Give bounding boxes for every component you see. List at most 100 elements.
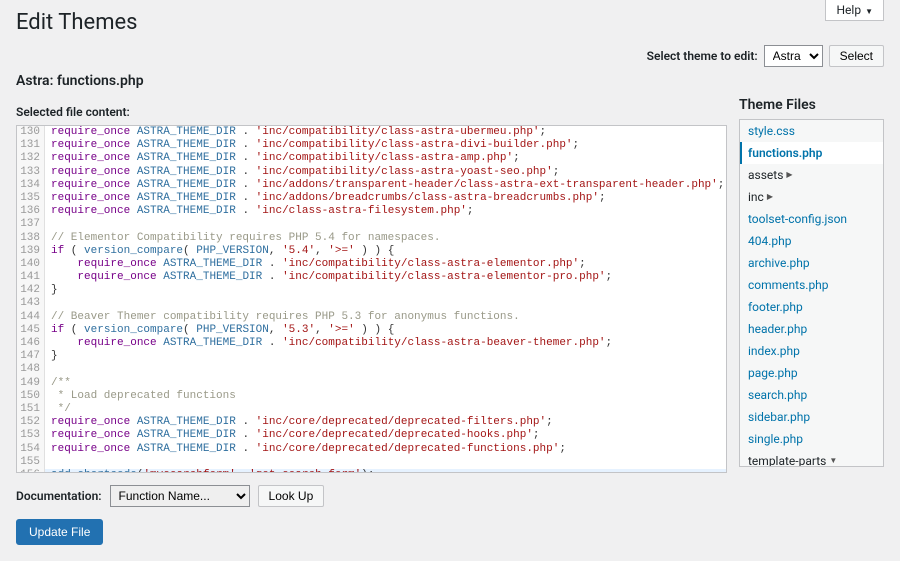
code-line[interactable]: 156add_shortcode('mysearchform', 'get_se…	[17, 469, 726, 473]
code-line[interactable]: 154require_once ASTRA_THEME_DIR . 'inc/c…	[17, 443, 726, 456]
code-line[interactable]: 155	[17, 456, 726, 469]
code-line[interactable]: 146 require_once ASTRA_THEME_DIR . 'inc/…	[17, 337, 726, 350]
code-line[interactable]: 132require_once ASTRA_THEME_DIR . 'inc/c…	[17, 152, 726, 165]
file-tree-file[interactable]: search.php	[740, 384, 883, 406]
line-content: if ( version_compare( PHP_VERSION, '5.3'…	[45, 324, 394, 337]
line-number: 137	[17, 218, 45, 231]
code-line[interactable]: 143	[17, 297, 726, 310]
line-content: require_once ASTRA_THEME_DIR . 'inc/comp…	[45, 271, 612, 284]
line-number: 140	[17, 258, 45, 271]
line-number: 151	[17, 403, 45, 416]
code-line[interactable]: 149/**	[17, 377, 726, 390]
help-label: Help	[836, 3, 861, 17]
line-content: require_once ASTRA_THEME_DIR . 'inc/addo…	[45, 179, 724, 192]
line-content	[45, 297, 51, 310]
code-line[interactable]: 151 */	[17, 403, 726, 416]
file-tree-folder[interactable]: template-parts	[740, 450, 883, 467]
file-tree-file[interactable]: archive.php	[740, 252, 883, 274]
code-line[interactable]: 136require_once ASTRA_THEME_DIR . 'inc/c…	[17, 205, 726, 218]
code-line[interactable]: 144// Beaver Themer compatibility requir…	[17, 311, 726, 324]
subheading: Astra: functions.php	[16, 73, 884, 89]
code-line[interactable]: 141 require_once ASTRA_THEME_DIR . 'inc/…	[17, 271, 726, 284]
select-theme-button[interactable]: Select	[829, 45, 884, 67]
code-line[interactable]: 131require_once ASTRA_THEME_DIR . 'inc/c…	[17, 139, 726, 152]
line-content	[45, 363, 51, 376]
documentation-select[interactable]: Function Name...	[110, 485, 250, 507]
theme-files-heading: Theme Files	[739, 97, 884, 113]
code-editor[interactable]: 130require_once ASTRA_THEME_DIR . 'inc/c…	[16, 125, 727, 473]
file-tree-file[interactable]: toolset-config.json	[740, 208, 883, 230]
line-number: 146	[17, 337, 45, 350]
line-number: 154	[17, 443, 45, 456]
code-line[interactable]: 148	[17, 363, 726, 376]
file-tree-file[interactable]: 404.php	[740, 230, 883, 252]
file-tree-file[interactable]: single.php	[740, 428, 883, 450]
file-tree-file[interactable]: index.php	[740, 340, 883, 362]
code-line[interactable]: 145if ( version_compare( PHP_VERSION, '5…	[17, 324, 726, 337]
line-number: 130	[17, 126, 45, 139]
file-tree-file[interactable]: header.php	[740, 318, 883, 340]
line-number: 144	[17, 311, 45, 324]
file-tree[interactable]: style.cssfunctions.php assets inc toolset…	[739, 119, 884, 467]
line-number: 131	[17, 139, 45, 152]
line-content: add_shortcode('mysearchform', 'get_searc…	[45, 469, 374, 473]
code-line[interactable]: 153require_once ASTRA_THEME_DIR . 'inc/c…	[17, 429, 726, 442]
code-line[interactable]: 135require_once ASTRA_THEME_DIR . 'inc/a…	[17, 192, 726, 205]
line-content: }	[45, 284, 58, 297]
lookup-button[interactable]: Look Up	[258, 485, 325, 507]
line-number: 134	[17, 179, 45, 192]
line-number: 135	[17, 192, 45, 205]
line-content: require_once ASTRA_THEME_DIR . 'inc/addo…	[45, 192, 606, 205]
code-line[interactable]: 140 require_once ASTRA_THEME_DIR . 'inc/…	[17, 258, 726, 271]
line-number: 145	[17, 324, 45, 337]
line-number: 149	[17, 377, 45, 390]
file-tree-label: header.php	[748, 322, 807, 336]
line-number: 141	[17, 271, 45, 284]
file-tree-label: inc	[748, 190, 764, 204]
chevron-right-icon	[786, 170, 792, 180]
line-content	[45, 456, 51, 469]
file-tree-file[interactable]: sidebar.php	[740, 406, 883, 428]
file-tree-label: assets	[748, 168, 783, 182]
code-line[interactable]: 134require_once ASTRA_THEME_DIR . 'inc/a…	[17, 179, 726, 192]
help-tab[interactable]: Help	[825, 0, 884, 21]
file-tree-file[interactable]: footer.php	[740, 296, 883, 318]
file-tree-file[interactable]: comments.php	[740, 274, 883, 296]
line-content: require_once ASTRA_THEME_DIR . 'inc/comp…	[45, 126, 546, 139]
file-tree-folder[interactable]: inc	[740, 186, 883, 208]
code-line[interactable]: 152require_once ASTRA_THEME_DIR . 'inc/c…	[17, 416, 726, 429]
line-number: 139	[17, 245, 45, 258]
code-line[interactable]: 142}	[17, 284, 726, 297]
code-line[interactable]: 133require_once ASTRA_THEME_DIR . 'inc/c…	[17, 166, 726, 179]
line-content: require_once ASTRA_THEME_DIR . 'inc/comp…	[45, 166, 559, 179]
line-content: // Beaver Themer compatibility requires …	[45, 311, 520, 324]
line-content: require_once ASTRA_THEME_DIR . 'inc/comp…	[45, 258, 586, 271]
chevron-down-icon	[865, 3, 873, 17]
file-tree-label: toolset-config.json	[748, 212, 847, 226]
line-number: 133	[17, 166, 45, 179]
file-tree-label: search.php	[748, 388, 807, 402]
code-line[interactable]: 139if ( version_compare( PHP_VERSION, '5…	[17, 245, 726, 258]
line-number: 148	[17, 363, 45, 376]
file-tree-label: 404.php	[748, 234, 791, 248]
code-line[interactable]: 130require_once ASTRA_THEME_DIR . 'inc/c…	[17, 126, 726, 139]
update-file-button[interactable]: Update File	[16, 519, 103, 545]
line-number: 132	[17, 152, 45, 165]
theme-select[interactable]: Astra	[764, 45, 823, 67]
line-number: 136	[17, 205, 45, 218]
line-content	[45, 218, 51, 231]
file-tree-file[interactable]: style.css	[740, 120, 883, 142]
line-content: require_once ASTRA_THEME_DIR . 'inc/clas…	[45, 205, 474, 218]
code-line[interactable]: 138// Elementor Compatibility requires P…	[17, 232, 726, 245]
code-line[interactable]: 147}	[17, 350, 726, 363]
line-number: 138	[17, 232, 45, 245]
line-content: require_once ASTRA_THEME_DIR . 'inc/comp…	[45, 139, 579, 152]
code-line[interactable]: 137	[17, 218, 726, 231]
file-tree-file[interactable]: page.php	[740, 362, 883, 384]
line-number: 152	[17, 416, 45, 429]
line-content: // Elementor Compatibility requires PHP …	[45, 232, 440, 245]
page-title: Edit Themes	[16, 10, 884, 35]
code-line[interactable]: 150 * Load deprecated functions	[17, 390, 726, 403]
file-tree-folder[interactable]: assets	[740, 164, 883, 186]
file-tree-file[interactable]: functions.php	[739, 142, 883, 164]
